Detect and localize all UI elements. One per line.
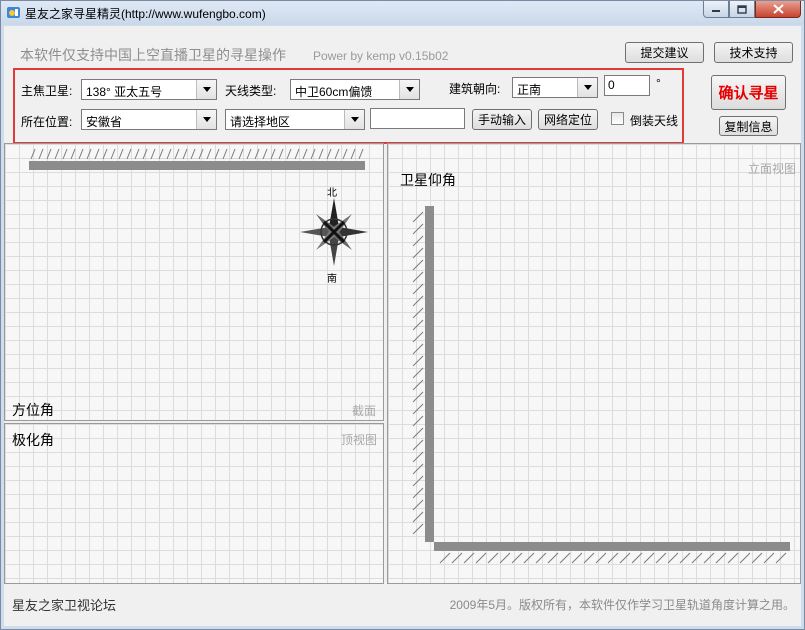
elevation-ground bbox=[434, 542, 790, 564]
header-notice: 本软件仅支持中国上空直播卫星的寻星操作 bbox=[20, 47, 286, 63]
version-label: Power by kemp v0.15b02 bbox=[313, 49, 449, 63]
orientation-label: 建筑朝向: bbox=[449, 82, 501, 96]
app-window: 星友之家寻星精灵(http://www.wufengbo.com) 本软件仅支持… bbox=[0, 0, 805, 630]
region-select[interactable]: 请选择地区 bbox=[225, 109, 365, 130]
invert-antenna-checkbox[interactable] bbox=[611, 112, 624, 125]
antenna-select[interactable]: 中卫60cm偏馈 bbox=[290, 79, 420, 100]
satellite-label: 主焦卫星: bbox=[21, 84, 73, 98]
region-value: 请选择地区 bbox=[230, 115, 291, 129]
wall-hatch bbox=[29, 148, 365, 170]
antenna-value: 中卫60cm偏馈 bbox=[295, 85, 373, 99]
chevron-down-icon bbox=[399, 80, 419, 99]
close-button[interactable] bbox=[755, 1, 801, 18]
compass-icon bbox=[300, 198, 368, 266]
polar-panel: 极化角 顶视图 bbox=[4, 423, 384, 584]
polar-title: 极化角 bbox=[12, 432, 54, 448]
chevron-down-icon bbox=[196, 80, 216, 99]
city-input[interactable] bbox=[370, 108, 465, 129]
azimuth-tag: 截面 bbox=[352, 404, 377, 418]
tech-support-button[interactable]: 技术支持 bbox=[714, 42, 793, 63]
client-area: 本软件仅支持中国上空直播卫星的寻星操作 Power by kemp v0.15b… bbox=[4, 26, 801, 626]
status-bar: 星友之家卫视论坛 2009年5月。版权所有，本软件仅作学习卫星轨道角度计算之用。 bbox=[4, 584, 801, 626]
orientation-degree-input[interactable]: 0 bbox=[604, 75, 650, 96]
elevation-panel: 卫星仰角 立面视图 bbox=[387, 143, 801, 584]
location-label: 所在位置: bbox=[21, 115, 73, 129]
manual-input-button[interactable]: 手动输入 bbox=[472, 109, 532, 130]
minimize-icon bbox=[712, 10, 720, 12]
antenna-label: 天线类型: bbox=[225, 84, 277, 98]
elevation-drawing bbox=[412, 206, 790, 564]
chevron-down-icon bbox=[196, 110, 216, 129]
minimize-button[interactable] bbox=[703, 1, 729, 18]
azimuth-panel: 北 南 方位角 截面 bbox=[4, 143, 384, 421]
confirm-search-button[interactable]: 确认寻星 bbox=[711, 75, 786, 110]
compass-north-label: 北 bbox=[327, 188, 337, 199]
network-locate-button[interactable]: 网络定位 bbox=[538, 109, 598, 130]
compass-south-label: 南 bbox=[327, 274, 337, 285]
province-select[interactable]: 安徽省 bbox=[81, 109, 217, 130]
maximize-icon bbox=[737, 4, 747, 14]
province-value: 安徽省 bbox=[86, 115, 123, 129]
orientation-select[interactable]: 正南 bbox=[512, 77, 598, 98]
copy-info-button[interactable]: 复制信息 bbox=[719, 116, 778, 136]
satellite-select[interactable]: 138° 亚太五号 bbox=[81, 79, 217, 100]
forum-link[interactable]: 星友之家卫视论坛 bbox=[12, 595, 116, 614]
invert-antenna-label: 倒装天线 bbox=[630, 114, 679, 128]
maximize-button[interactable] bbox=[729, 1, 755, 18]
orientation-value: 正南 bbox=[517, 83, 542, 97]
polar-tag: 顶视图 bbox=[341, 433, 378, 447]
close-icon bbox=[772, 4, 784, 14]
app-icon bbox=[7, 7, 20, 18]
elevation-tag: 立面视图 bbox=[748, 162, 797, 176]
chevron-down-icon bbox=[344, 110, 364, 129]
satellite-value: 138° 亚太五号 bbox=[86, 85, 163, 99]
submit-suggestion-button[interactable]: 提交建议 bbox=[625, 42, 704, 63]
chevron-down-icon bbox=[577, 78, 597, 97]
elevation-wall bbox=[412, 206, 434, 542]
elevation-title: 卫星仰角 bbox=[400, 172, 456, 188]
title-bar: 星友之家寻星精灵(http://www.wufengbo.com) bbox=[1, 1, 804, 25]
copyright-text: 2009年5月。版权所有，本软件仅作学习卫星轨道角度计算之用。 bbox=[449, 598, 795, 612]
degree-symbol: ° bbox=[656, 76, 661, 90]
window-title: 星友之家寻星精灵(http://www.wufengbo.com) bbox=[25, 7, 266, 21]
azimuth-title: 方位角 bbox=[12, 402, 54, 418]
